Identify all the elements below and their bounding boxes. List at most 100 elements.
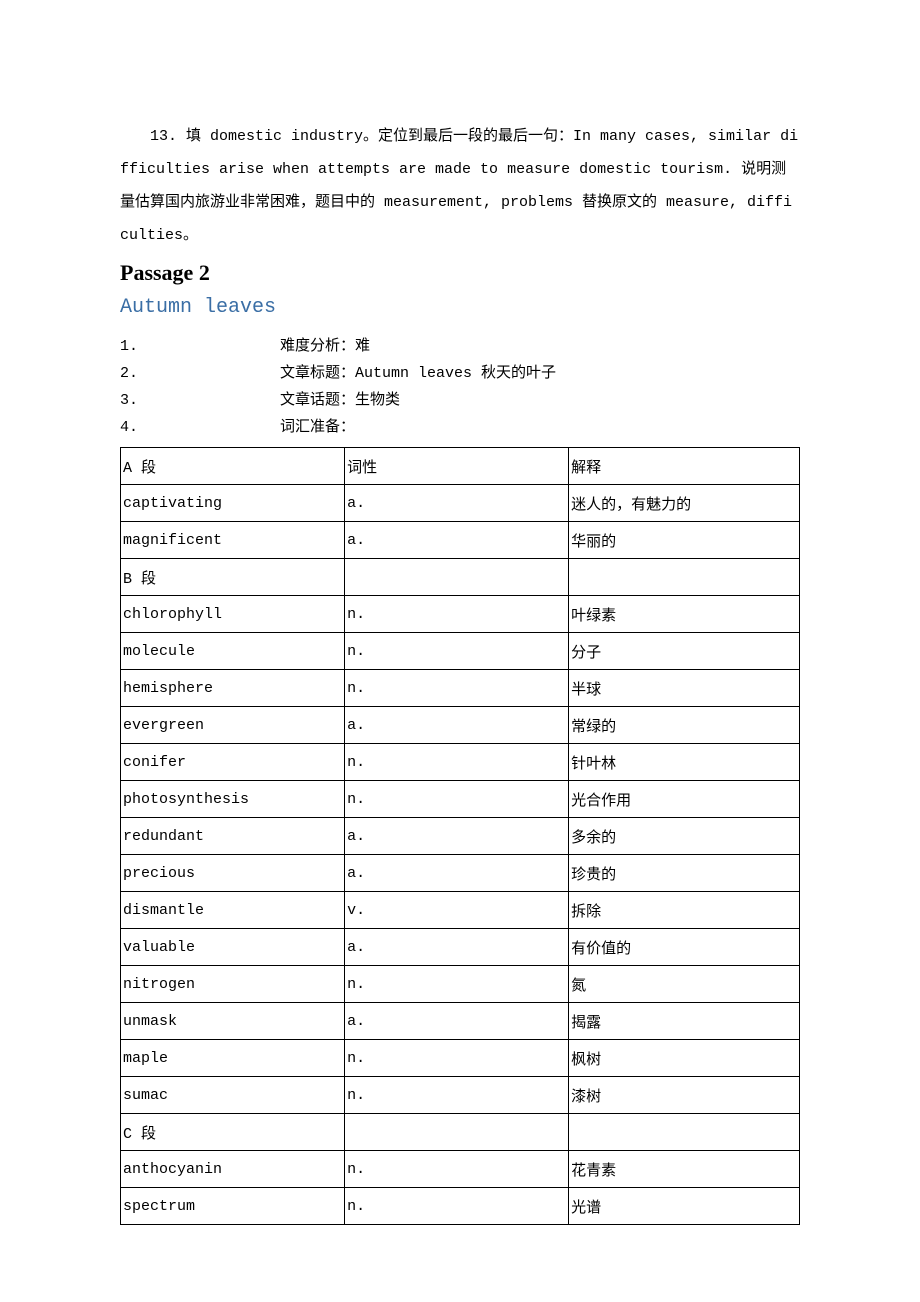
table-cell: n. xyxy=(345,1077,569,1114)
table-row: hemispheren.半球 xyxy=(121,670,800,707)
meta-text: 难度分析：难 xyxy=(280,333,370,360)
meta-item: 4. 词汇准备： xyxy=(120,414,800,441)
table-cell: C 段 xyxy=(121,1114,345,1151)
header-cell: 解释 xyxy=(569,448,800,485)
table-row: valuablea.有价值的 xyxy=(121,929,800,966)
table-cell: magnificent xyxy=(121,522,345,559)
table-row: photosynthesisn.光合作用 xyxy=(121,781,800,818)
table-cell: n. xyxy=(345,781,569,818)
table-cell: a. xyxy=(345,485,569,522)
vocab-tbody: A 段 词性 解释 captivatinga.迷人的，有魅力的magnifice… xyxy=(121,448,800,1225)
table-cell: a. xyxy=(345,1003,569,1040)
table-row: unmaska.揭露 xyxy=(121,1003,800,1040)
passage-heading: Passage 2 xyxy=(120,260,800,286)
table-row: sumacn.漆树 xyxy=(121,1077,800,1114)
table-cell: chlorophyll xyxy=(121,596,345,633)
table-row: conifern.针叶林 xyxy=(121,744,800,781)
passage-title: Autumn leaves xyxy=(120,296,800,319)
table-row: spectrumn.光谱 xyxy=(121,1188,800,1225)
meta-item: 1. 难度分析：难 xyxy=(120,333,800,360)
meta-number: 4. xyxy=(120,414,280,441)
table-cell: 华丽的 xyxy=(569,522,800,559)
table-cell: 针叶林 xyxy=(569,744,800,781)
table-header-row: A 段 词性 解释 xyxy=(121,448,800,485)
table-row: captivatinga.迷人的，有魅力的 xyxy=(121,485,800,522)
table-cell: 光合作用 xyxy=(569,781,800,818)
table-cell: 半球 xyxy=(569,670,800,707)
meta-text: 文章话题：生物类 xyxy=(280,387,400,414)
meta-list: 1. 难度分析：难 2. 文章标题：Autumn leaves 秋天的叶子 3.… xyxy=(120,333,800,441)
table-row: chlorophylln.叶绿素 xyxy=(121,596,800,633)
table-cell: v. xyxy=(345,892,569,929)
table-cell: n. xyxy=(345,1188,569,1225)
header-cell: 词性 xyxy=(345,448,569,485)
meta-text: 文章标题：Autumn leaves 秋天的叶子 xyxy=(280,360,556,387)
table-cell: 叶绿素 xyxy=(569,596,800,633)
table-cell: 有价值的 xyxy=(569,929,800,966)
table-row: evergreena.常绿的 xyxy=(121,707,800,744)
table-cell: 枫树 xyxy=(569,1040,800,1077)
table-cell: 珍贵的 xyxy=(569,855,800,892)
table-cell: captivating xyxy=(121,485,345,522)
table-row: anthocyaninn.花青素 xyxy=(121,1151,800,1188)
table-cell: hemisphere xyxy=(121,670,345,707)
table-cell: a. xyxy=(345,522,569,559)
table-cell: 花青素 xyxy=(569,1151,800,1188)
table-cell: B 段 xyxy=(121,559,345,596)
table-cell: molecule xyxy=(121,633,345,670)
table-cell: unmask xyxy=(121,1003,345,1040)
meta-item: 3. 文章话题：生物类 xyxy=(120,387,800,414)
table-cell: n. xyxy=(345,633,569,670)
table-row: magnificenta.华丽的 xyxy=(121,522,800,559)
meta-number: 3. xyxy=(120,387,280,414)
table-cell: n. xyxy=(345,670,569,707)
table-cell: n. xyxy=(345,1151,569,1188)
table-cell: redundant xyxy=(121,818,345,855)
table-cell: a. xyxy=(345,929,569,966)
vocabulary-table: A 段 词性 解释 captivatinga.迷人的，有魅力的magnifice… xyxy=(120,447,800,1225)
table-cell: dismantle xyxy=(121,892,345,929)
answer-paragraph: 13. 填 domestic industry。定位到最后一段的最后一句：In … xyxy=(120,120,800,252)
table-cell: 揭露 xyxy=(569,1003,800,1040)
table-cell: n. xyxy=(345,966,569,1003)
header-cell: A 段 xyxy=(121,448,345,485)
table-cell: anthocyanin xyxy=(121,1151,345,1188)
table-cell: 迷人的，有魅力的 xyxy=(569,485,800,522)
table-cell: nitrogen xyxy=(121,966,345,1003)
table-cell: 常绿的 xyxy=(569,707,800,744)
table-cell: spectrum xyxy=(121,1188,345,1225)
table-cell: 拆除 xyxy=(569,892,800,929)
table-row: maplen.枫树 xyxy=(121,1040,800,1077)
table-cell: a. xyxy=(345,855,569,892)
table-cell: a. xyxy=(345,818,569,855)
table-cell: sumac xyxy=(121,1077,345,1114)
meta-number: 1. xyxy=(120,333,280,360)
table-cell xyxy=(345,559,569,596)
table-cell: 漆树 xyxy=(569,1077,800,1114)
table-cell: 多余的 xyxy=(569,818,800,855)
table-cell xyxy=(569,1114,800,1151)
table-cell: n. xyxy=(345,1040,569,1077)
table-cell: conifer xyxy=(121,744,345,781)
table-row: B 段 xyxy=(121,559,800,596)
table-cell: maple xyxy=(121,1040,345,1077)
table-cell: n. xyxy=(345,744,569,781)
table-cell: n. xyxy=(345,596,569,633)
table-row: C 段 xyxy=(121,1114,800,1151)
table-cell: precious xyxy=(121,855,345,892)
table-cell: 光谱 xyxy=(569,1188,800,1225)
document-page: 13. 填 domestic industry。定位到最后一段的最后一句：In … xyxy=(0,0,920,1285)
table-cell: a. xyxy=(345,707,569,744)
meta-text: 词汇准备： xyxy=(280,414,355,441)
table-row: dismantlev.拆除 xyxy=(121,892,800,929)
table-row: redundanta.多余的 xyxy=(121,818,800,855)
table-row: moleculen.分子 xyxy=(121,633,800,670)
table-cell: valuable xyxy=(121,929,345,966)
table-cell xyxy=(569,559,800,596)
table-cell: photosynthesis xyxy=(121,781,345,818)
table-cell: 氮 xyxy=(569,966,800,1003)
table-row: nitrogenn.氮 xyxy=(121,966,800,1003)
meta-item: 2. 文章标题：Autumn leaves 秋天的叶子 xyxy=(120,360,800,387)
table-cell: 分子 xyxy=(569,633,800,670)
table-cell: evergreen xyxy=(121,707,345,744)
